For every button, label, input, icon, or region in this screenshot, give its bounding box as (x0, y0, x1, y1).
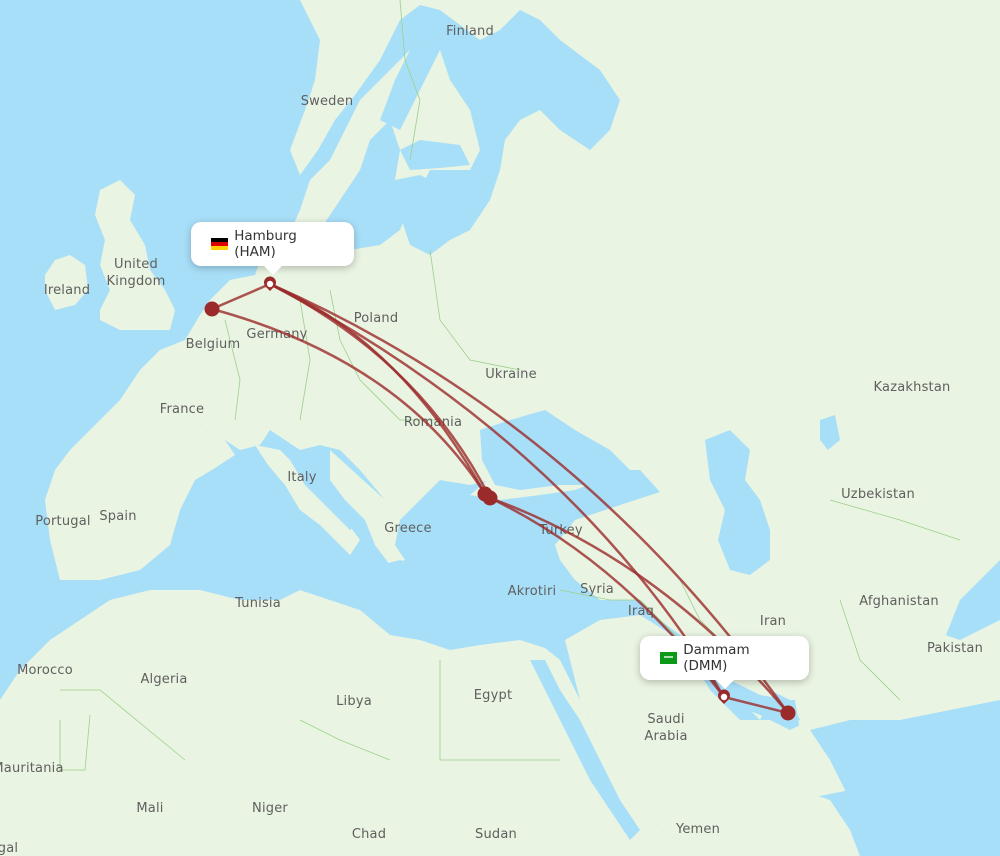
label-niger: Niger (252, 801, 288, 816)
label-syria: Syria (580, 582, 614, 597)
label-france: France (160, 402, 204, 417)
label-mali: Mali (136, 801, 163, 816)
destination-tooltip[interactable]: Dammam (DMM) (640, 636, 809, 689)
label-ukraine: Ukraine (485, 367, 537, 382)
label-finland: Finland (446, 24, 494, 39)
label-tunisia: Tunisia (234, 596, 281, 611)
label-afghanistan: Afghanistan (859, 594, 939, 609)
label-egypt: Egypt (474, 688, 513, 703)
destination-label: Dammam (DMM) (683, 642, 750, 674)
label-kingdom: Kingdom (107, 274, 166, 289)
label-yemen: Yemen (675, 822, 720, 837)
label-chad: Chad (352, 827, 386, 842)
label-sweden: Sweden (301, 94, 354, 109)
route-map[interactable]: Finland Sweden United Kingdom Ireland Po… (0, 0, 1000, 856)
label-spain: Spain (99, 509, 136, 524)
amsterdam-stop-marker[interactable] (204, 301, 220, 317)
label-libya: Libya (336, 694, 372, 709)
label-morocco: Morocco (17, 663, 73, 678)
label-ireland: Ireland (44, 283, 90, 298)
label-iran: Iran (760, 614, 786, 629)
label-akrotiri: Akrotiri (508, 584, 557, 599)
origin-tooltip[interactable]: Hamburg (HAM) (191, 222, 354, 275)
germany-flag-icon (211, 238, 229, 250)
label-senegal-partial: gal (0, 841, 18, 856)
label-sudan: Sudan (475, 827, 517, 842)
label-portugal: Portugal (35, 514, 90, 529)
istanbul-stop-2-marker[interactable] (482, 490, 498, 506)
label-poland: Poland (354, 311, 399, 326)
label-italy: Italy (287, 470, 316, 485)
dubai-stop-marker[interactable] (780, 705, 796, 721)
label-arabia: Arabia (644, 729, 687, 744)
label-algeria: Algeria (140, 672, 187, 687)
label-mauritania: Mauritania (0, 761, 64, 776)
label-greece: Greece (384, 521, 431, 536)
label-saudi: Saudi (647, 712, 684, 727)
label-pakistan: Pakistan (927, 641, 983, 656)
origin-label: Hamburg (HAM) (234, 228, 297, 260)
label-uzbekistan: Uzbekistan (841, 487, 915, 502)
saudi-arabia-flag-icon (660, 652, 678, 664)
label-united: United (114, 257, 158, 272)
label-belgium: Belgium (186, 337, 241, 352)
label-kazakhstan: Kazakhstan (874, 380, 951, 395)
